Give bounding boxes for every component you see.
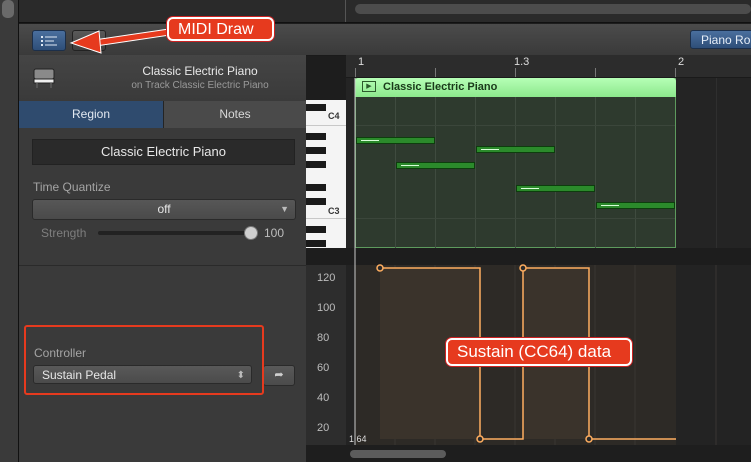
automation-point[interactable] [376, 264, 384, 272]
automation-point[interactable] [585, 435, 593, 443]
callout-arrowhead [69, 30, 102, 54]
automation-point[interactable] [476, 435, 484, 443]
automation-overlay [69, 28, 717, 445]
sustain-callout: Sustain (CC64) data [446, 338, 632, 366]
callout-arrow [93, 28, 171, 47]
automation-point[interactable] [519, 264, 527, 272]
lane-position-label: 1 64 [349, 434, 367, 444]
horizontal-scroll-thumb[interactable] [350, 450, 446, 458]
midi-draw-callout: MIDI Draw [167, 17, 274, 41]
